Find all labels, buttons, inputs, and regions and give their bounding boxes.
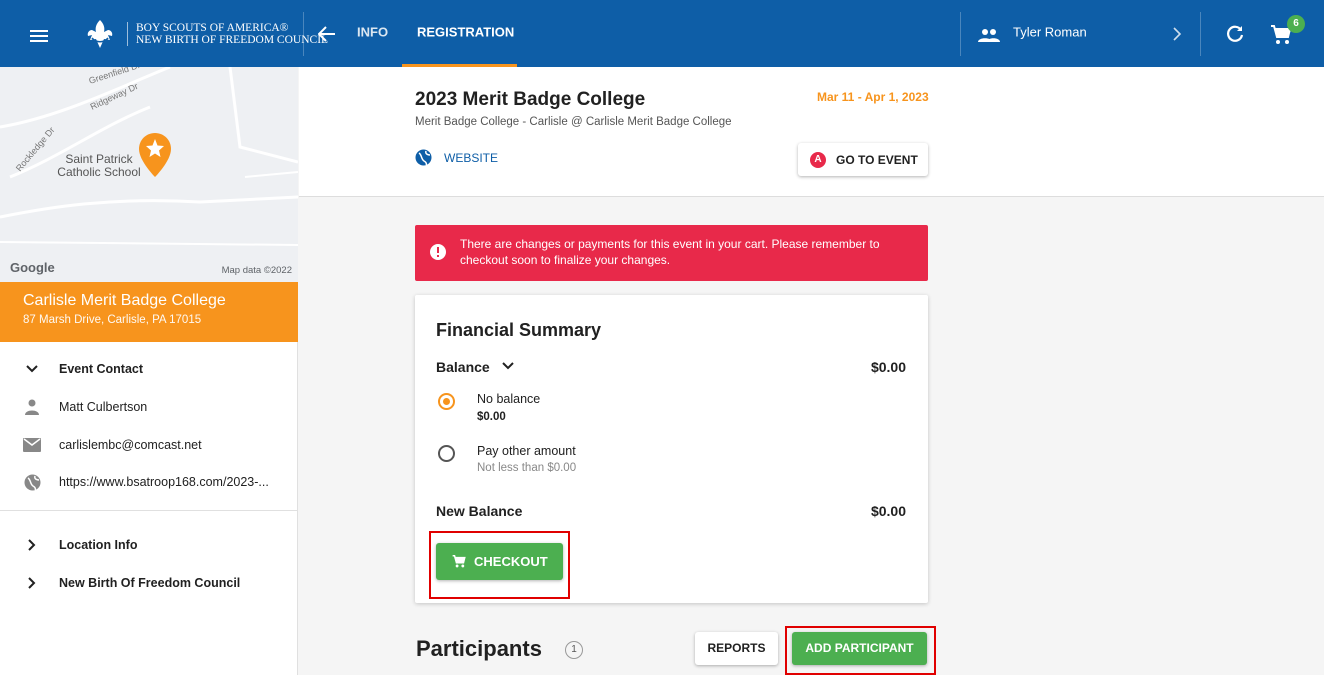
brand-line-2: NEW BIRTH OF FREEDOM COUNCIL: [136, 34, 329, 46]
tab-info[interactable]: INFO: [357, 25, 388, 40]
pay-other-amount-hint: Not less than $0.00: [477, 462, 577, 474]
pay-other-amount-label: Pay other amount: [477, 444, 576, 458]
contact-name: Matt Culbertson: [59, 400, 148, 414]
brand-line-1: BOY SCOUTS OF AMERICA®: [136, 22, 289, 34]
location-address: 87 Marsh Drive, Carlisle, PA 17015: [23, 314, 202, 326]
event-title: 2023 Merit Badge College: [415, 89, 646, 110]
sidebar-item-label: Location Info: [59, 538, 138, 552]
map-attribution: Map data ©2022: [221, 265, 292, 276]
no-balance-radio[interactable]: [438, 393, 455, 410]
financial-summary-title: Financial Summary: [436, 320, 602, 340]
new-balance-amount: $0.00: [870, 503, 906, 519]
user-name[interactable]: Tyler Roman: [1013, 25, 1087, 40]
location-title: Carlisle Merit Badge College: [23, 292, 226, 309]
event-sidebar: Greenfield Dr Ridgeway Dr Rockledge Dr S…: [0, 67, 298, 675]
divider: [303, 12, 304, 56]
top-app-bar: BOY SCOUTS OF AMERICA® NEW BIRTH OF FREE…: [0, 0, 1324, 67]
pay-other-amount-radio[interactable]: [438, 445, 455, 462]
contact-email-row[interactable]: carlislembc@comcast.net: [0, 430, 298, 460]
divider: [1200, 12, 1201, 56]
website-link[interactable]: WEBSITE: [415, 149, 498, 166]
event-contact-toggle[interactable]: Event Contact: [0, 354, 298, 384]
participants-title: Participants: [416, 636, 542, 661]
website-link-label: WEBSITE: [444, 150, 499, 165]
go-to-event-button[interactable]: A GO TO EVENT: [798, 143, 928, 176]
map-pin-icon[interactable]: [139, 133, 171, 177]
checkout-highlight-box: [429, 531, 570, 599]
brand-text: BOY SCOUTS OF AMERICA® NEW BIRTH OF FREE…: [127, 22, 328, 46]
divider: [960, 12, 961, 56]
go-to-event-label: GO TO EVENT: [836, 152, 918, 167]
balance-amount: $0.00: [870, 359, 906, 375]
map-place-label: Saint Patrick Catholic School: [57, 152, 141, 179]
balance-label[interactable]: Balance: [436, 359, 490, 375]
globe-icon: [415, 149, 432, 166]
cart-count-badge: 6: [1287, 15, 1305, 33]
chevron-down-icon[interactable]: [502, 362, 514, 370]
people-icon: [978, 29, 1000, 42]
email-icon: [23, 436, 41, 454]
contact-name-row: Matt Culbertson: [0, 392, 298, 422]
new-balance-label: New Balance: [436, 503, 523, 519]
event-date-range: Mar 11 - Apr 1, 2023: [817, 90, 929, 104]
arrow-left-icon[interactable]: [318, 26, 336, 42]
refresh-icon[interactable]: [1226, 25, 1244, 43]
globe-icon: [23, 473, 41, 491]
contact-website-row[interactable]: https://www.bsatroop168.com/2023-...: [0, 467, 298, 497]
sidebar-item-council[interactable]: New Birth Of Freedom Council: [0, 568, 298, 598]
alert-icon: [430, 244, 446, 260]
chevron-right-icon: [23, 536, 41, 554]
add-participant-button[interactable]: ADD PARTICIPANT: [792, 632, 927, 665]
contact-website[interactable]: https://www.bsatroop168.com/2023-...: [59, 475, 269, 489]
event-subtitle: Merit Badge College - Carlisle @ Carlisl…: [415, 116, 732, 128]
location-map[interactable]: Greenfield Dr Ridgeway Dr Rockledge Dr S…: [0, 67, 298, 282]
cart-alert-banner: There are changes or payments for this e…: [415, 225, 928, 281]
chevron-right-icon[interactable]: [1172, 27, 1182, 41]
event-app-icon: A: [810, 151, 826, 168]
no-balance-amount: $0.00: [477, 411, 506, 423]
chevron-down-icon: [23, 360, 41, 378]
chevron-right-icon: [23, 574, 41, 592]
participants-count-badge: 1: [565, 641, 583, 659]
divider: [0, 510, 298, 511]
map-provider-logo: Google: [10, 260, 55, 275]
bsa-logo-icon: [87, 20, 113, 48]
alert-message: There are changes or payments for this e…: [460, 237, 880, 267]
location-card: Carlisle Merit Badge College 87 Marsh Dr…: [0, 282, 298, 342]
event-contact-heading: Event Contact: [59, 362, 144, 376]
sidebar-item-label: New Birth Of Freedom Council: [59, 576, 241, 590]
contact-email[interactable]: carlislembc@comcast.net: [59, 438, 202, 452]
sidebar-item-location-info[interactable]: Location Info: [0, 530, 298, 560]
reports-button[interactable]: REPORTS: [695, 632, 778, 665]
menu-icon[interactable]: [30, 30, 48, 42]
person-icon: [23, 398, 41, 416]
no-balance-label: No balance: [477, 392, 541, 406]
event-header: 2023 Merit Badge College Merit Badge Col…: [299, 67, 1324, 197]
tab-registration[interactable]: REGISTRATION: [417, 25, 514, 40]
